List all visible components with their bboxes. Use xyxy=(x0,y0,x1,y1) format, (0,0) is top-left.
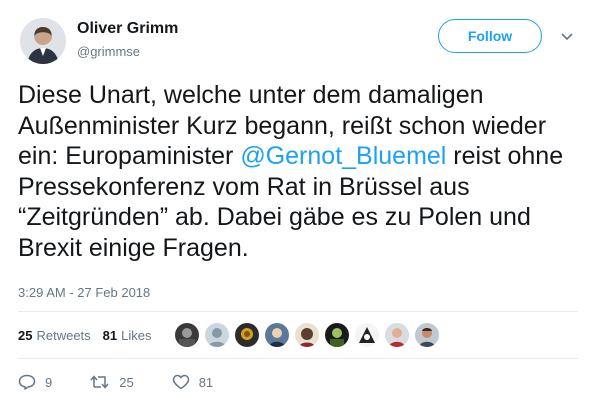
engagement-stats: 25 Retweets 81 Likes xyxy=(18,323,152,347)
likes-stat[interactable]: 81 Likes xyxy=(103,328,152,343)
liker-avatar[interactable] xyxy=(295,323,319,347)
author-avatar[interactable] xyxy=(20,18,66,64)
liker-avatar[interactable] xyxy=(205,323,229,347)
liker-avatar[interactable] xyxy=(235,323,259,347)
retweets-stat[interactable]: 25 Retweets xyxy=(18,328,91,343)
retweet-icon xyxy=(90,375,109,389)
author-name[interactable]: Oliver Grimm xyxy=(77,20,178,38)
reply-count: 9 xyxy=(45,374,53,390)
tweet-text: Diese Unart, welche unter dem damaligen … xyxy=(18,80,588,263)
heart-icon xyxy=(172,374,189,390)
liker-avatar[interactable] xyxy=(385,323,409,347)
liker-avatars xyxy=(175,323,445,349)
like-button[interactable]: 81 xyxy=(172,374,213,390)
mention-link[interactable]: @Gernot_Bluemel xyxy=(240,142,446,170)
retweet-button[interactable]: 25 xyxy=(90,374,134,390)
liker-avatar[interactable] xyxy=(265,323,289,347)
retweets-count: 25 xyxy=(18,327,33,343)
tweet-actions: 9 25 81 xyxy=(18,370,251,394)
follow-button[interactable]: Follow xyxy=(438,19,542,53)
chevron-down-icon[interactable] xyxy=(560,30,574,42)
likes-label: Likes xyxy=(121,327,152,343)
like-count: 81 xyxy=(198,374,214,390)
divider xyxy=(18,358,578,359)
reply-button[interactable]: 9 xyxy=(18,374,52,390)
liker-avatar[interactable] xyxy=(355,323,379,347)
retweets-label: Retweets xyxy=(36,327,91,343)
reply-icon xyxy=(18,374,36,390)
divider xyxy=(18,311,578,312)
likes-count: 81 xyxy=(102,327,118,343)
retweet-count: 25 xyxy=(119,374,134,390)
tweet-timestamp[interactable]: 3:29 AM - 27 Feb 2018 xyxy=(18,285,150,300)
liker-avatar[interactable] xyxy=(175,323,199,347)
author-handle[interactable]: @grimmse xyxy=(77,44,140,59)
liker-avatar[interactable] xyxy=(415,323,439,347)
liker-avatar[interactable] xyxy=(325,323,349,347)
